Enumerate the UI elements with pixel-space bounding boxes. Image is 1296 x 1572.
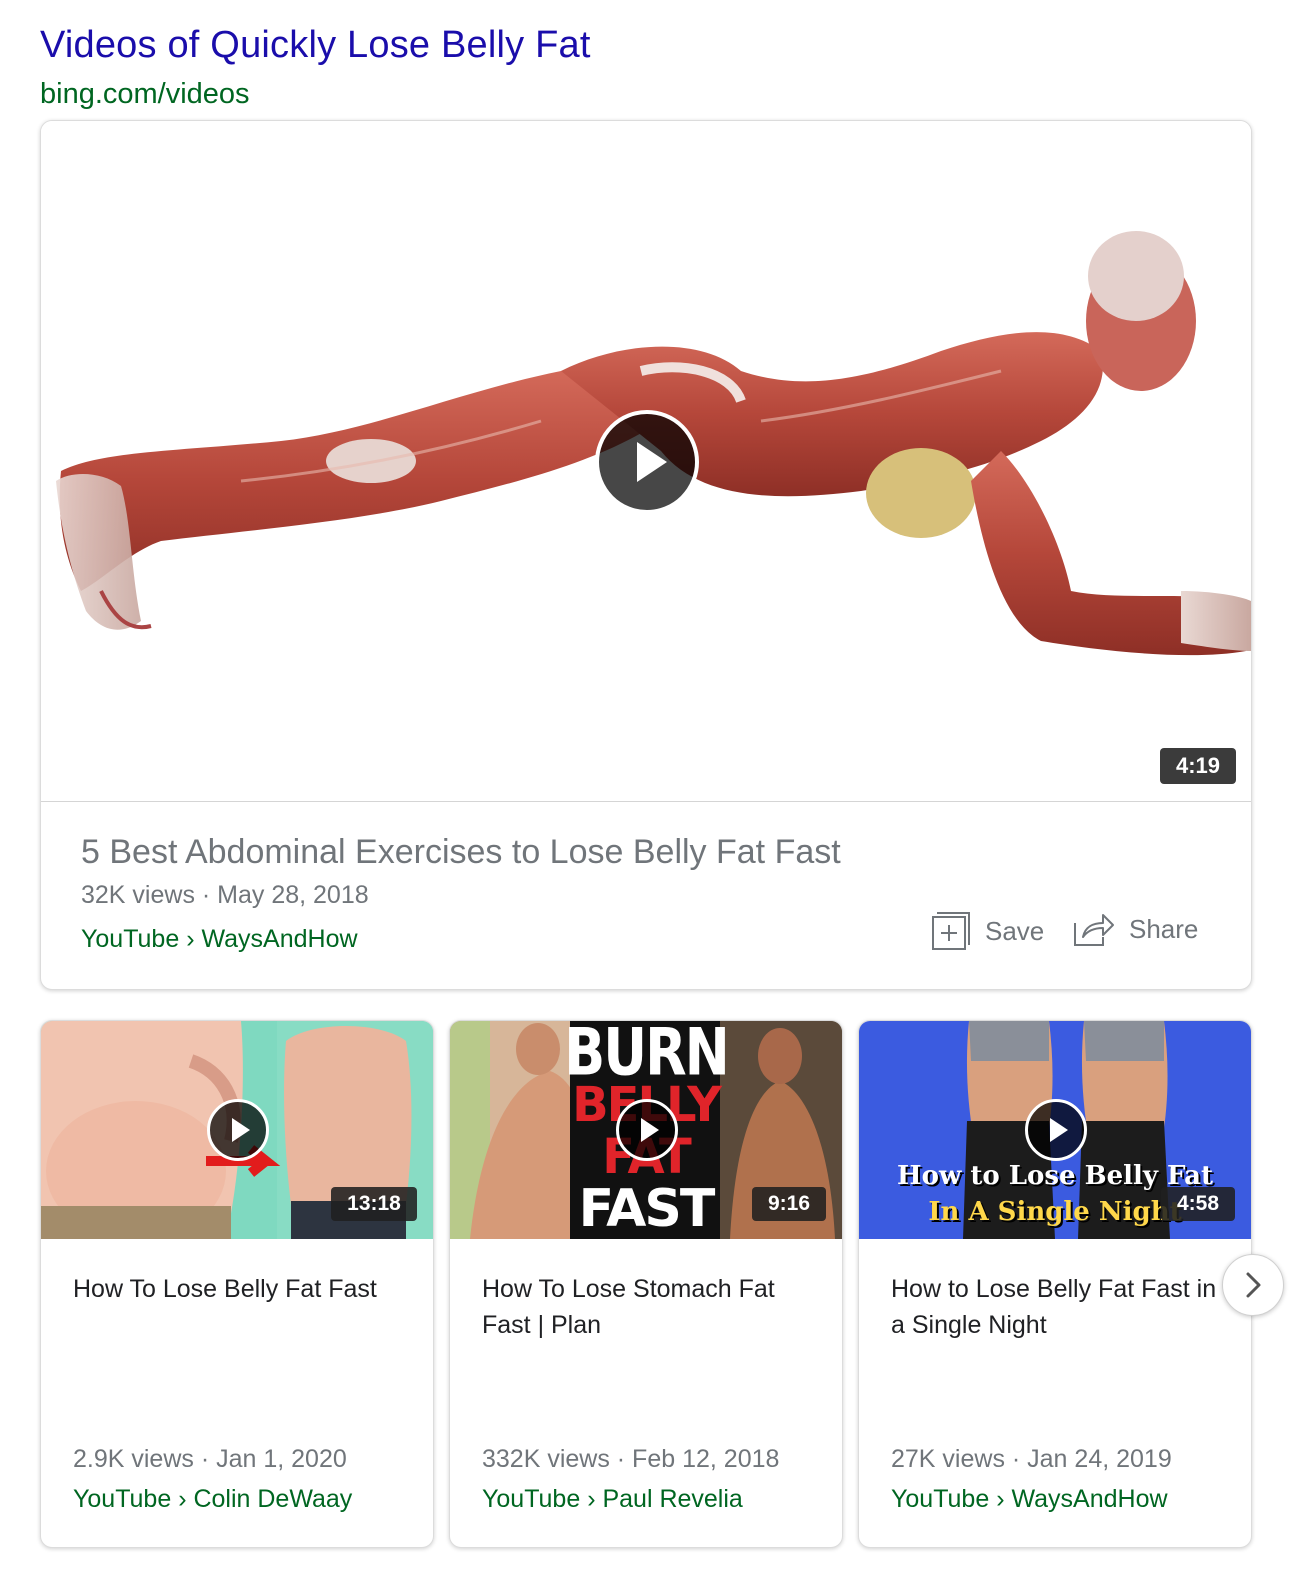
play-icon — [637, 442, 667, 482]
video-title-1[interactable]: How To Lose Belly Fat Fast — [73, 1271, 413, 1307]
video-thumbnail-3[interactable]: How to Lose Belly Fat In A Single Night … — [859, 1021, 1251, 1239]
video-meta-3: 27K views · Jan 24, 2019 — [891, 1445, 1172, 1473]
play-icon — [232, 1118, 250, 1142]
featured-video-source: YouTube › WaysAndHow — [81, 925, 358, 953]
video-duration-badge-2: 9:16 — [752, 1187, 826, 1221]
chevron-right-icon — [1246, 1272, 1261, 1298]
share-arrow-icon — [1074, 914, 1114, 946]
video-duration-badge-3: 4:58 — [1161, 1187, 1235, 1221]
video-title-3[interactable]: How to Lose Belly Fat Fast in a Single N… — [891, 1271, 1231, 1343]
save-label: Save — [985, 915, 1045, 946]
video-thumbnail-2[interactable]: BURN BELLY FAT FAST 9:16 — [450, 1021, 842, 1239]
video-source-3: YouTube › WaysAndHow — [891, 1485, 1168, 1513]
featured-video-title[interactable]: 5 Best Abdominal Exercises to Lose Belly… — [81, 833, 841, 872]
results-source-url: bing.com/videos — [40, 78, 250, 110]
play-icon — [1050, 1118, 1068, 1142]
featured-duration-badge: 4:19 — [1160, 748, 1236, 784]
video-source-2: YouTube › Paul Revelia — [482, 1485, 743, 1513]
carousel-next-button[interactable] — [1222, 1254, 1284, 1316]
share-button[interactable]: Share — [1073, 911, 1198, 947]
share-label: Share — [1129, 913, 1199, 944]
featured-play-button[interactable] — [595, 410, 699, 514]
video-play-button-1[interactable] — [207, 1099, 269, 1161]
video-meta-1: 2.9K views · Jan 1, 2020 — [73, 1445, 347, 1473]
video-source-1: YouTube › Colin DeWaay — [73, 1485, 353, 1513]
featured-video-card: 4:19 5 Best Abdominal Exercises to Lose … — [40, 120, 1252, 990]
results-heading-link[interactable]: Videos of Quickly Lose Belly Fat — [40, 24, 591, 67]
save-button[interactable]: Save — [931, 911, 1044, 951]
play-icon — [641, 1118, 659, 1142]
add-square-icon — [932, 912, 970, 950]
video-card-3[interactable]: How to Lose Belly Fat In A Single Night … — [858, 1020, 1252, 1548]
featured-video-meta: 32K views · May 28, 2018 — [81, 881, 369, 909]
thumbnail-divider — [41, 801, 1251, 802]
video-play-button-2[interactable] — [616, 1099, 678, 1161]
video-card-2[interactable]: BURN BELLY FAT FAST 9:16 How To Lose Sto… — [449, 1020, 843, 1548]
video-title-2[interactable]: How To Lose Stomach Fat Fast | Plan — [482, 1271, 822, 1343]
video-meta-2: 332K views · Feb 12, 2018 — [482, 1445, 780, 1473]
video-duration-badge-1: 13:18 — [331, 1187, 417, 1221]
video-thumbnail-1[interactable]: 13:18 — [41, 1021, 433, 1239]
video-play-button-3[interactable] — [1025, 1099, 1087, 1161]
video-card-1[interactable]: 13:18 How To Lose Belly Fat Fast 2.9K vi… — [40, 1020, 434, 1548]
featured-video-thumbnail[interactable]: 4:19 — [41, 121, 1251, 801]
